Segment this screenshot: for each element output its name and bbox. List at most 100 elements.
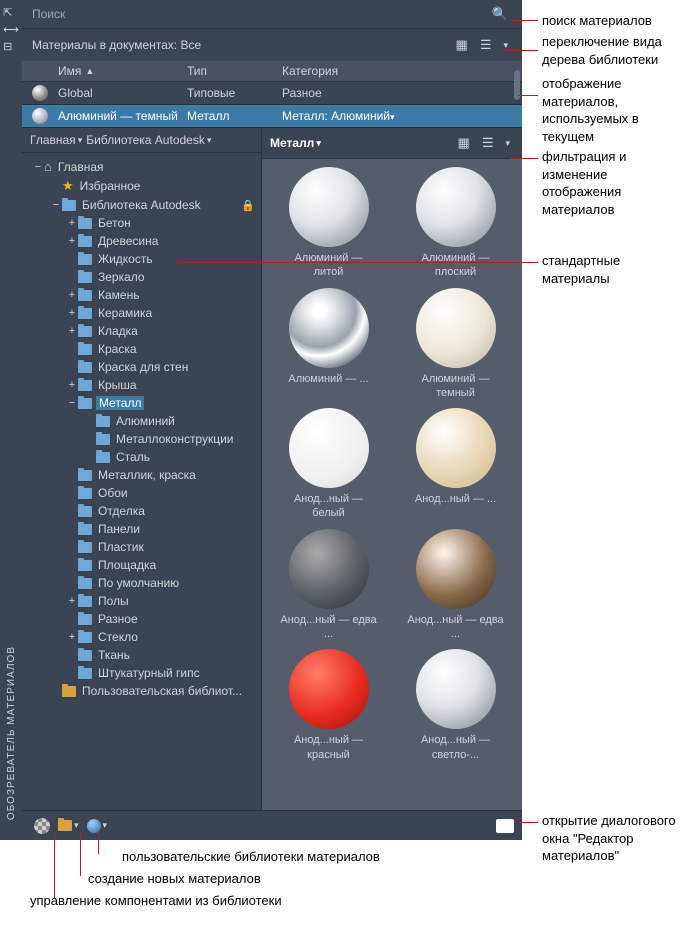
library-tree[interactable]: −⌂Главная ★Избранное −Библиотека Autodes…: [22, 153, 261, 810]
tree-node[interactable]: Панели: [22, 520, 261, 538]
material-preview-icon: [289, 408, 369, 488]
library-manage-button[interactable]: ▾: [54, 818, 83, 833]
folder-icon: [96, 416, 110, 427]
row-dropdown-caret[interactable]: ▾: [390, 112, 395, 122]
tree-node[interactable]: Металлик, краска: [22, 466, 261, 484]
thumb-dropdown-caret[interactable]: ▾: [501, 136, 514, 151]
document-materials-header: Материалы в документах: Все ▦ ☰ ▾: [22, 29, 522, 61]
tree-node[interactable]: Ткань: [22, 646, 261, 664]
tree-node[interactable]: Металлоконструкции: [22, 430, 261, 448]
open-editor-button[interactable]: [496, 819, 514, 833]
table-row[interactable]: Global Типовые Разное: [22, 81, 522, 104]
search-input[interactable]: [32, 7, 488, 21]
breadcrumb-home[interactable]: Главная ▾: [30, 133, 82, 147]
tree-node[interactable]: Штукатурный гипс: [22, 664, 261, 682]
checker-icon: [34, 818, 50, 834]
callout-user-libs: пользовательские библиотеки материалов: [122, 848, 422, 866]
tree-node[interactable]: По умолчанию: [22, 574, 261, 592]
tree-column: Главная ▾ Библиотека Autodesk ▾ −⌂Главна…: [22, 128, 262, 810]
folder-icon: [96, 452, 110, 463]
material-thumb[interactable]: Анод...ный — светло-...: [397, 649, 514, 762]
tree-node-autodesk-lib[interactable]: −Библиотека Autodesk🔒: [22, 196, 261, 214]
table-header-row[interactable]: Имя ▲ Тип Категория: [22, 61, 522, 81]
breadcrumb-current[interactable]: Металл ▾: [270, 136, 321, 150]
home-icon: ⌂: [44, 159, 52, 174]
tree-node[interactable]: Краска: [22, 340, 261, 358]
breadcrumb-thumbs: Металл ▾ ▦ ☰ ▾: [262, 128, 522, 159]
callout-editor: открытие диалогового окна "Редактор мате…: [542, 812, 682, 865]
tree-node[interactable]: Краска для стен: [22, 358, 261, 376]
tree-node[interactable]: +Древесина: [22, 232, 261, 250]
tree-node[interactable]: +Кладка: [22, 322, 261, 340]
material-preview-icon: [289, 649, 369, 729]
col-header-type[interactable]: Тип: [187, 64, 282, 78]
material-thumb[interactable]: Алюминий — ...: [270, 288, 387, 401]
vertical-sidebar: ⇱ ⟷ ⊟ ОБОЗРЕВАТЕЛЬ МАТЕРИАЛОВ: [0, 0, 22, 840]
material-thumb[interactable]: Анод...ный — едва ...: [397, 529, 514, 642]
tree-node[interactable]: +Бетон: [22, 214, 261, 232]
tree-node[interactable]: Обои: [22, 484, 261, 502]
tree-node[interactable]: +Полы: [22, 592, 261, 610]
folder-icon: [78, 344, 92, 355]
thumb-list-icon[interactable]: ☰: [478, 133, 498, 153]
breadcrumb-tree: Главная ▾ Библиотека Autodesk ▾: [22, 128, 261, 153]
material-thumb[interactable]: Анод...ный — белый: [270, 408, 387, 521]
callout-tree-view: переключение вида дерева библиотеки: [542, 33, 692, 68]
close-panel-icon[interactable]: ⊟: [3, 40, 19, 53]
callout-line: [518, 95, 538, 96]
sort-asc-icon: ▲: [85, 66, 94, 76]
tree-node[interactable]: Пластик: [22, 538, 261, 556]
folder-icon: [78, 362, 92, 373]
material-preview-icon: [416, 529, 496, 609]
folder-icon: [78, 560, 92, 571]
breadcrumb-library[interactable]: Библиотека Autodesk ▾: [86, 133, 211, 147]
tree-node[interactable]: +Крыша: [22, 376, 261, 394]
tree-node[interactable]: Жидкость: [22, 250, 261, 268]
search-row: 🔍: [22, 0, 522, 29]
folder-icon: [78, 542, 92, 553]
lock-icon: 🔒: [241, 199, 255, 212]
new-material-button[interactable]: ▾: [83, 817, 112, 835]
tree-node[interactable]: Отделка: [22, 502, 261, 520]
folder-icon: [78, 632, 92, 643]
material-preview-icon: [289, 529, 369, 609]
tree-node-metal[interactable]: −Металл: [22, 394, 261, 412]
tree-node[interactable]: Площадка: [22, 556, 261, 574]
material-thumb[interactable]: Анод...ный — едва ...: [270, 529, 387, 642]
material-thumb[interactable]: Анод...ный — ...: [397, 408, 514, 521]
library-section: Главная ▾ Библиотека Autodesk ▾ −⌂Главна…: [22, 127, 522, 810]
search-icon[interactable]: 🔍: [488, 4, 512, 24]
tree-node[interactable]: Алюминий: [22, 412, 261, 430]
material-thumb[interactable]: Алюминий — темный: [397, 288, 514, 401]
table-row[interactable]: Алюминий — темный Металл Металл: Алюмини…: [22, 104, 522, 127]
tree-node[interactable]: Разное: [22, 610, 261, 628]
tree-node-favorites[interactable]: ★Избранное: [22, 176, 261, 196]
tree-node[interactable]: +Керамика: [22, 304, 261, 322]
tree-node-user-lib[interactable]: Пользовательская библиот...: [22, 682, 261, 700]
tree-node[interactable]: Сталь: [22, 448, 261, 466]
callout-line: [80, 832, 81, 876]
list-view-icon[interactable]: ☰: [476, 35, 496, 55]
callout-filter: фильтрация и изменение отображения матер…: [542, 148, 682, 218]
checker-button[interactable]: [30, 816, 54, 836]
collapse-icon[interactable]: ⟷: [3, 23, 19, 36]
folder-icon: [78, 326, 92, 337]
col-header-name[interactable]: Имя ▲: [32, 64, 187, 78]
star-icon: ★: [62, 178, 74, 194]
pin-icon[interactable]: ⇱: [3, 6, 19, 19]
material-preview-icon: [416, 167, 496, 247]
callout-new-material: создание новых материалов: [88, 870, 388, 888]
tree-node[interactable]: Зеркало: [22, 268, 261, 286]
folder-icon: [78, 290, 92, 301]
tree-node[interactable]: +Камень: [22, 286, 261, 304]
grid-view-icon[interactable]: ▦: [452, 35, 472, 55]
tree-node-home[interactable]: −⌂Главная: [22, 157, 261, 176]
tree-node[interactable]: +Стекло: [22, 628, 261, 646]
material-thumb[interactable]: Анод...ный — красный: [270, 649, 387, 762]
thumb-grid-icon[interactable]: ▦: [454, 133, 474, 153]
callout-line: [510, 20, 538, 21]
callout-line: [98, 832, 99, 854]
folder-icon: [78, 506, 92, 517]
col-header-category[interactable]: Категория: [282, 64, 512, 78]
thumbnail-grid[interactable]: Алюминий — литой Алюминий — плоский Алюм…: [262, 159, 522, 810]
